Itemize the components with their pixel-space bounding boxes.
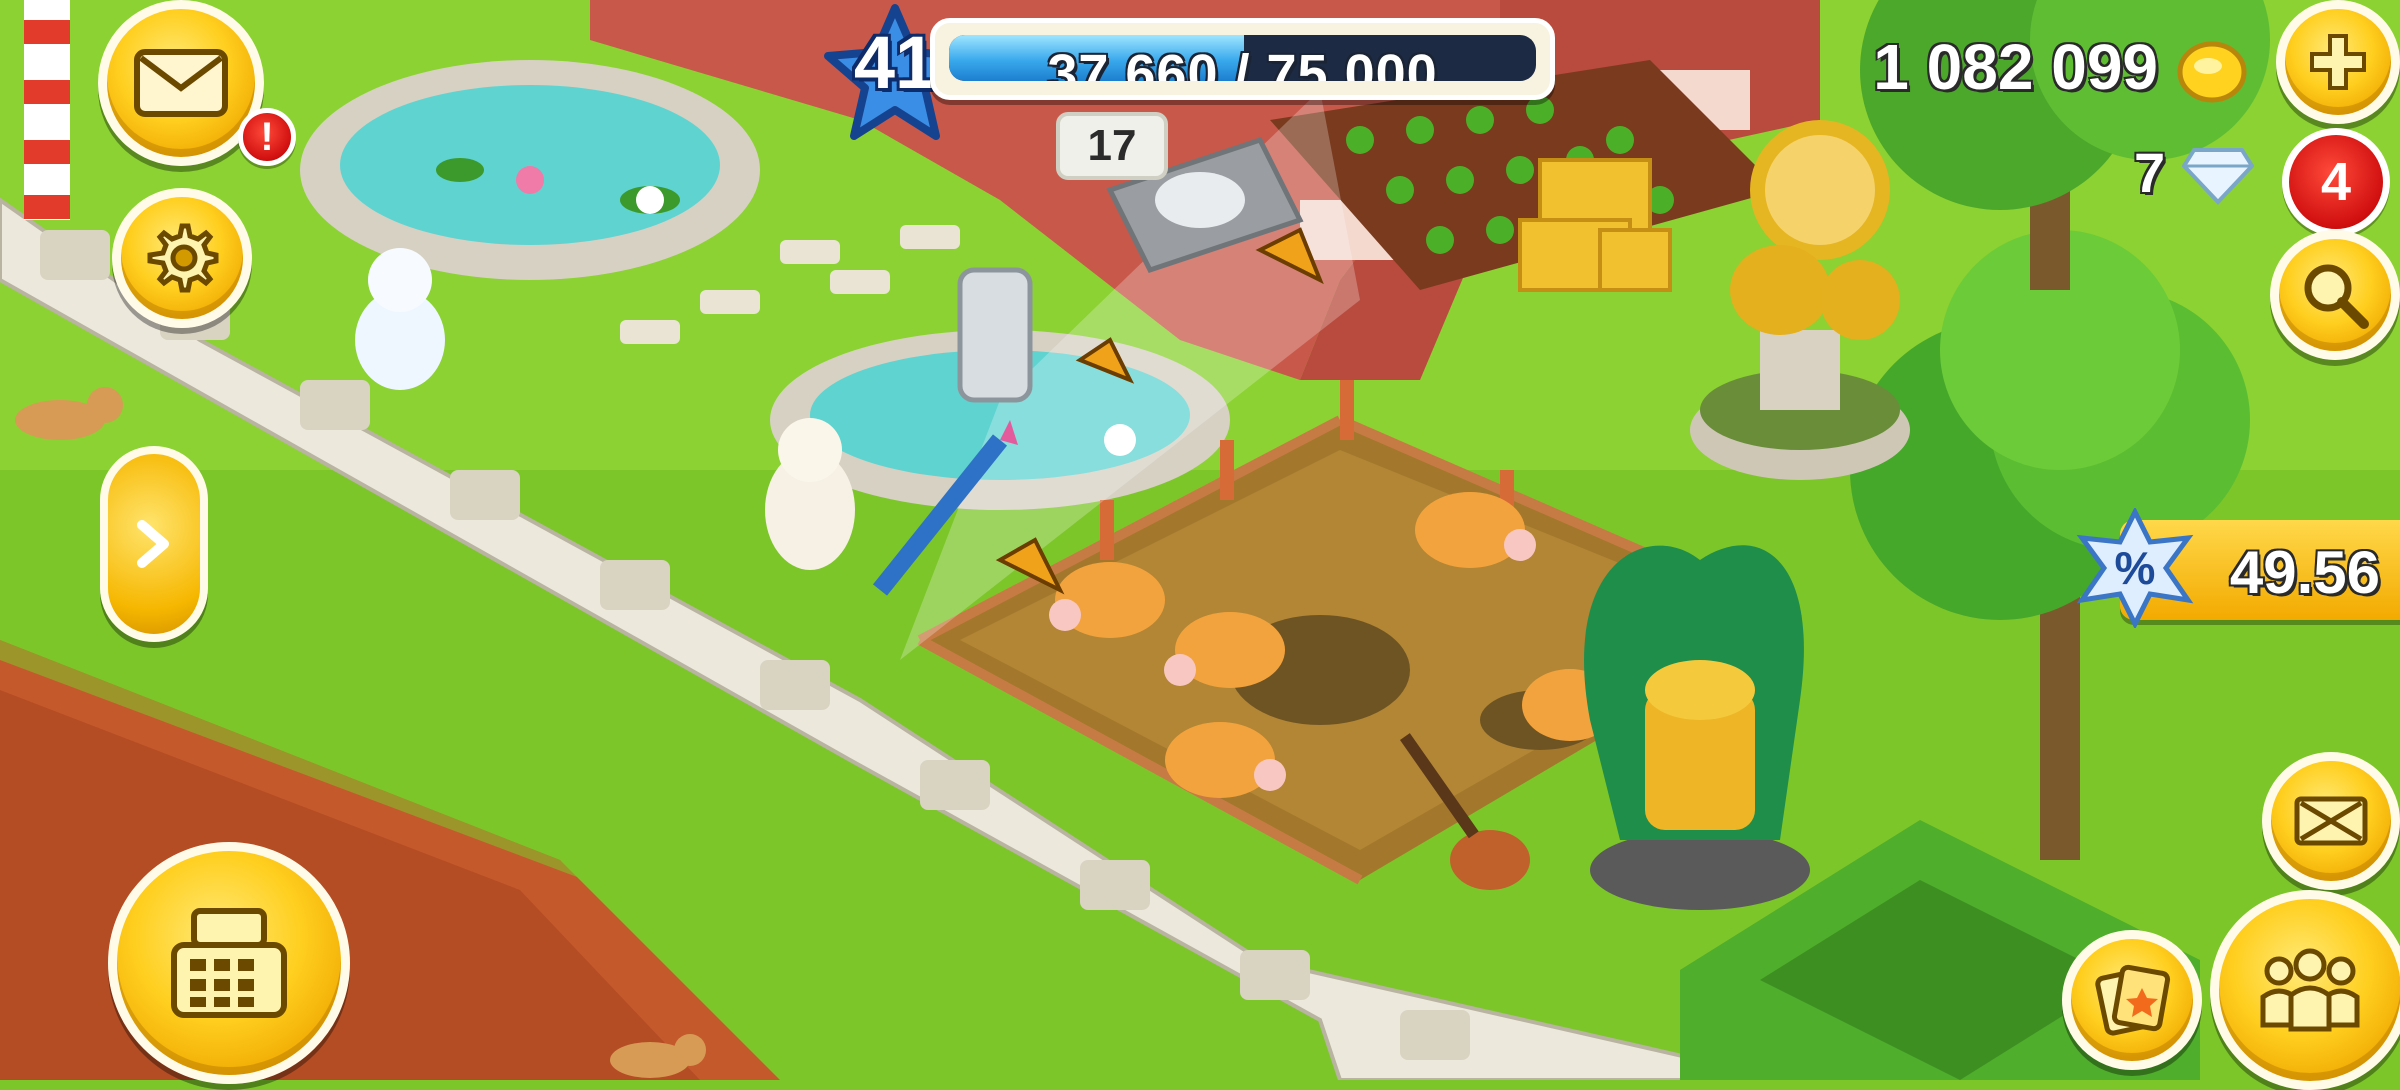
xp-bar-track: 37 660 / 75 000 bbox=[949, 35, 1536, 81]
friends-icon bbox=[2260, 948, 2360, 1032]
resize-arrows-icon bbox=[2294, 796, 2368, 846]
notification-badge[interactable]: 4 bbox=[2282, 128, 2390, 236]
xp-bar: 37 660 / 75 000 bbox=[930, 18, 1555, 100]
percent-glyph: % bbox=[2115, 542, 2156, 594]
cards-button[interactable] bbox=[2062, 930, 2202, 1070]
edit-mode-button[interactable] bbox=[2262, 752, 2400, 890]
diamond-icon bbox=[2182, 148, 2254, 205]
mail-icon bbox=[134, 49, 228, 117]
farm-scene bbox=[0, 0, 2400, 1080]
xp-text: 37 660 / 75 000 bbox=[1047, 44, 1438, 81]
plus-icon bbox=[2310, 34, 2366, 90]
mail-alert-badge: ! bbox=[238, 108, 296, 166]
gear-icon bbox=[147, 223, 219, 293]
diamond-count: 7 bbox=[2134, 141, 2166, 204]
cards-icon bbox=[2095, 964, 2171, 1036]
coin-icon bbox=[2177, 41, 2247, 103]
cash-register-icon bbox=[171, 908, 287, 1018]
add-coins-button[interactable] bbox=[2276, 0, 2400, 124]
settings-button[interactable] bbox=[112, 188, 252, 328]
search-button[interactable] bbox=[2270, 230, 2400, 360]
hay-bales bbox=[1518, 158, 1672, 292]
candy-pole bbox=[24, 0, 70, 220]
dragon-bell bbox=[1584, 545, 1810, 910]
chevron-right-icon bbox=[137, 520, 169, 568]
pond-left bbox=[300, 60, 760, 280]
expand-panel-button[interactable] bbox=[100, 446, 208, 642]
shop-button[interactable] bbox=[108, 842, 350, 1084]
magnifier-icon bbox=[2304, 264, 2369, 329]
discount-badge-icon[interactable]: % bbox=[2070, 508, 2200, 628]
coin-count: 1 082 099 bbox=[1873, 31, 2158, 103]
friends-button[interactable] bbox=[2210, 890, 2400, 1090]
discount-value: 49.56 bbox=[2229, 539, 2380, 606]
pen-count-label: 17 bbox=[1056, 112, 1168, 180]
